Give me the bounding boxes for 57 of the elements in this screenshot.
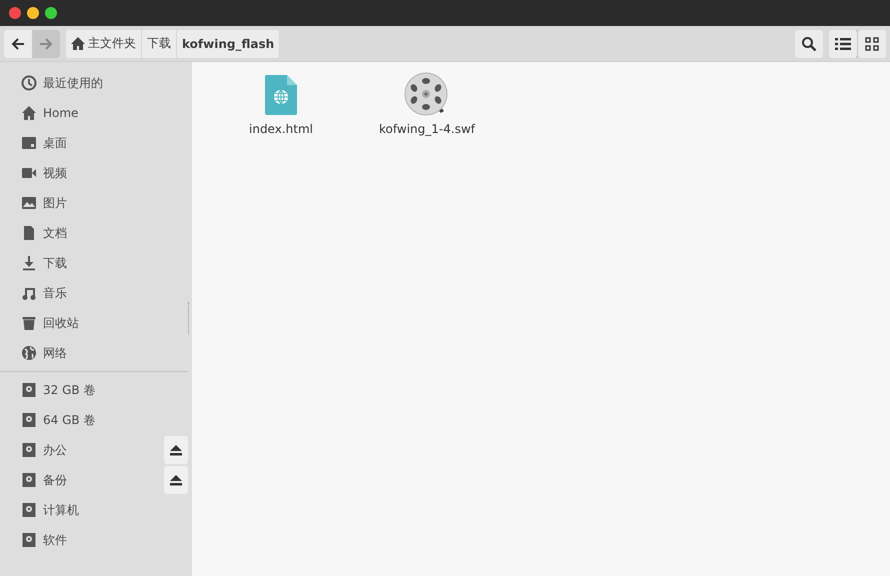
maximize-button[interactable] — [45, 7, 57, 19]
list-icon — [835, 36, 851, 50]
music-icon — [21, 285, 37, 301]
file-item[interactable]: index.html — [236, 72, 326, 136]
documents-icon — [21, 225, 37, 241]
path-button[interactable]: kofwing_flash — [177, 30, 280, 58]
file-name: index.html — [249, 122, 313, 136]
desktop-icon — [21, 135, 37, 151]
sidebar-item[interactable]: 计算机 — [0, 495, 192, 525]
eject-icon — [170, 474, 182, 486]
downloads-icon — [21, 255, 37, 271]
eject-button[interactable] — [164, 466, 188, 494]
path-button[interactable]: 下载 — [142, 30, 177, 58]
drive-icon — [21, 413, 37, 427]
sidebar-item[interactable]: Home — [0, 98, 192, 128]
web-file-icon — [265, 72, 297, 118]
sidebar-item[interactable]: 图片 — [0, 188, 192, 218]
grid-view-button[interactable] — [858, 30, 886, 58]
sidebar-item[interactable]: 办公 — [0, 435, 192, 465]
film-reel-icon — [404, 72, 450, 118]
drive-icon — [21, 443, 37, 457]
network-icon — [21, 345, 37, 361]
trash-icon — [21, 315, 37, 331]
search-button[interactable] — [795, 30, 823, 58]
sidebar-item[interactable]: 软件 — [0, 525, 192, 555]
close-button[interactable] — [9, 7, 21, 19]
drive-icon — [21, 383, 37, 397]
grid-icon — [865, 36, 879, 50]
forward-arrow-icon — [39, 36, 53, 50]
home-icon — [71, 37, 85, 50]
path-button[interactable]: 主文件夹 — [66, 30, 142, 58]
eject-icon — [170, 444, 182, 456]
search-icon — [801, 36, 817, 52]
minimize-button[interactable] — [27, 7, 39, 19]
sidebar-item[interactable]: 备份 — [0, 465, 192, 495]
sidebar-item[interactable]: 下载 — [0, 248, 192, 278]
eject-button[interactable] — [164, 436, 188, 464]
drive-icon — [21, 503, 37, 517]
recent-icon — [21, 75, 37, 91]
sidebar-item[interactable]: 回收站 — [0, 308, 192, 338]
file-name: kofwing_1-4.swf — [379, 122, 475, 136]
sidebar-item[interactable]: 32 GB 卷 — [0, 375, 192, 405]
sidebar-item[interactable]: 视频 — [0, 158, 192, 188]
sidebar-item[interactable]: 音乐 — [0, 278, 192, 308]
sidebar-item[interactable]: 桌面 — [0, 128, 192, 158]
sidebar-item[interactable]: 文档 — [0, 218, 192, 248]
back-button[interactable] — [4, 30, 32, 58]
home-icon — [21, 105, 37, 121]
pictures-icon — [21, 195, 37, 211]
drive-icon — [21, 533, 37, 547]
drive-icon — [21, 473, 37, 487]
video-icon — [21, 165, 37, 181]
sidebar-item[interactable]: 64 GB 卷 — [0, 405, 192, 435]
sidebar-item[interactable]: 网络 — [0, 338, 192, 368]
sidebar-item[interactable]: 最近使用的 — [0, 68, 192, 98]
back-arrow-icon — [11, 36, 25, 50]
list-view-button[interactable] — [829, 30, 857, 58]
